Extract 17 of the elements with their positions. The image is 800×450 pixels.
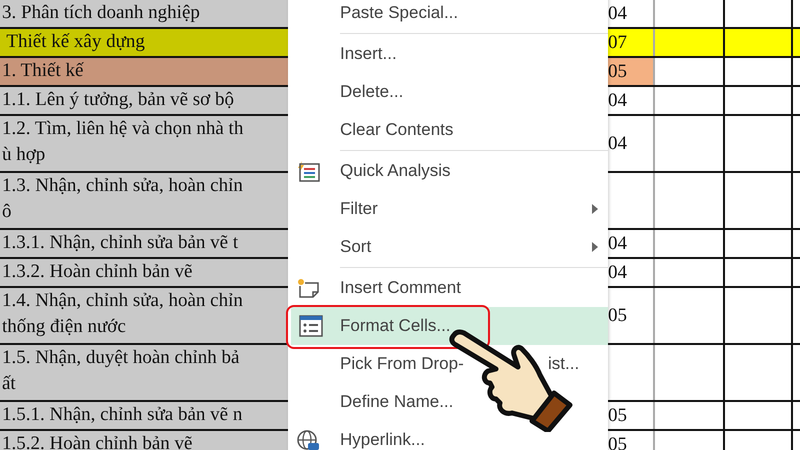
table-cell: 04 — [608, 87, 655, 114]
table-cell: 05 — [608, 431, 655, 450]
table-cell: 04 — [608, 259, 655, 286]
menu-item[interactable]: Pick From Drop- ist... — [288, 345, 608, 383]
quick-analysis-icon — [296, 160, 320, 182]
table-cell: 05 — [608, 402, 655, 429]
table-cell: 05 — [608, 288, 655, 343]
table-cell: 04 — [608, 230, 655, 257]
menu-item[interactable]: Filter — [288, 190, 608, 228]
submenu-arrow-icon — [592, 204, 598, 214]
comment-icon — [296, 277, 320, 299]
table-cell: 04 — [608, 0, 655, 27]
format-cells-icon — [299, 315, 323, 337]
table-cell: 04 — [608, 116, 655, 171]
submenu-arrow-icon — [592, 242, 598, 252]
table-cell: 05 — [608, 58, 655, 85]
table-cell: 07 — [608, 29, 655, 56]
